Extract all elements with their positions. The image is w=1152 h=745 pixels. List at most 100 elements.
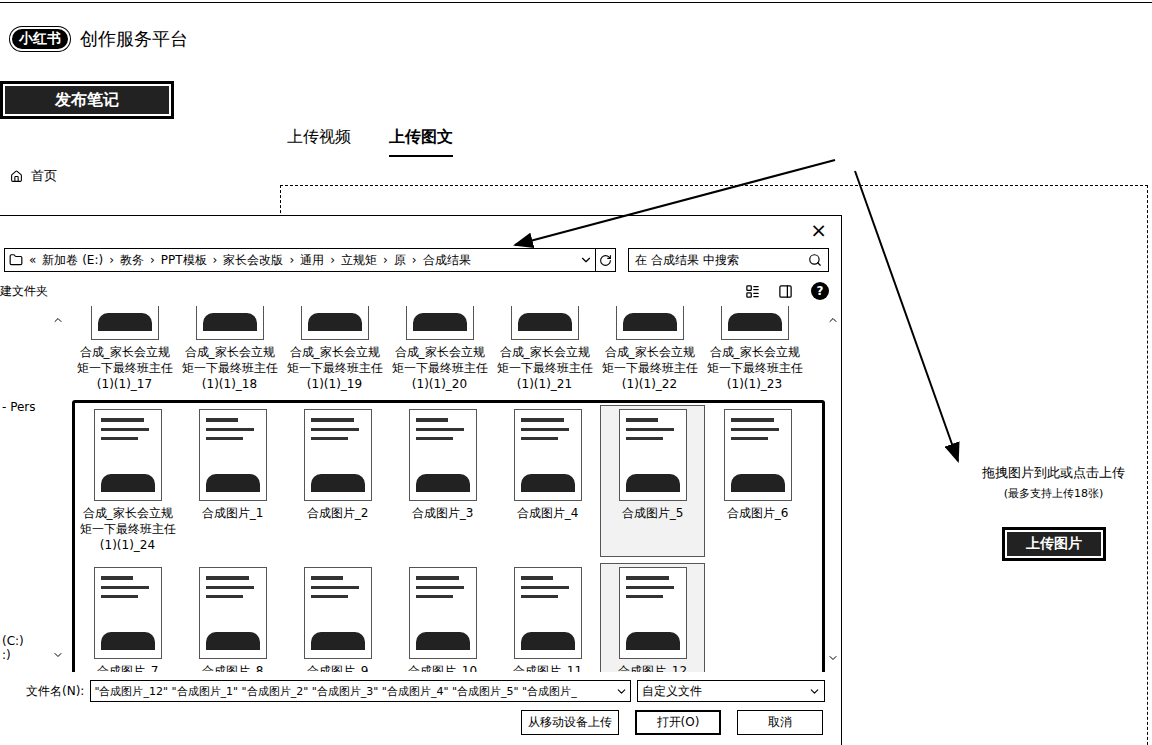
file-thumbnail: [196, 306, 264, 340]
home-icon: [10, 170, 23, 183]
app-title: 创作服务平台: [80, 27, 188, 51]
file-thumbnail: [199, 567, 267, 659]
file-name: 合成图片_7: [78, 663, 178, 672]
file-name: 合成_家长会立规矩一下最终班主任(1)(1)_21: [495, 344, 595, 392]
scrollbar[interactable]: [825, 306, 841, 672]
file-thumbnail: [199, 409, 267, 501]
file-thumbnail: [91, 306, 159, 340]
path-segment[interactable]: 新加卷 (E:): [42, 252, 103, 269]
path-segment[interactable]: 合成结果: [423, 252, 471, 269]
file-name: 合成图片_9: [288, 663, 388, 672]
nav-item[interactable]: - Pers: [2, 400, 64, 414]
dialog-button[interactable]: 打开(O): [635, 710, 721, 735]
file-item[interactable]: 合成_家长会立规矩一下最终班主任(1)(1)_21: [492, 306, 597, 396]
help-button[interactable]: ?: [811, 282, 829, 300]
upload-hint: 拖拽图片到此或点击上传: [982, 464, 1125, 482]
path-segment[interactable]: 立规矩: [341, 252, 377, 269]
chevron-up-icon[interactable]: [827, 314, 839, 326]
chevron-down-icon[interactable]: [615, 685, 628, 698]
upload-button[interactable]: 上传图片: [1002, 527, 1106, 561]
file-thumbnail: [619, 409, 687, 501]
toolbar: 建文件夹?: [0, 276, 841, 306]
file-type-filter[interactable]: 自定义文件: [637, 680, 825, 702]
arrow-icon: [515, 160, 835, 245]
new-folder-button[interactable]: 建文件夹: [0, 283, 48, 300]
file-item[interactable]: 合成_家长会立规矩一下最终班主任(1)(1)_20: [387, 306, 492, 396]
tab[interactable]: 上传图文: [389, 125, 453, 157]
file-thumbnail: [619, 567, 687, 659]
header: 小红书创作服务平台: [0, 3, 1152, 51]
file-thumbnail: [406, 306, 474, 340]
file-item[interactable]: 合成图片_6: [705, 405, 810, 557]
preview-pane-icon[interactable]: [778, 284, 793, 299]
file-name: 合成图片_11: [498, 663, 598, 672]
file-item[interactable]: 合成图片_4: [495, 405, 600, 557]
file-item[interactable]: 合成图片_2: [285, 405, 390, 557]
file-dialog: × «新加卷 (E:)›教务›PPT模板›家长会改版›通用›立规矩›原›合成结果在…: [0, 215, 842, 745]
file-item[interactable]: 合成_家长会立规矩一下最终班主任(1)(1)_24: [75, 405, 180, 557]
file-thumbnail: [724, 409, 792, 501]
nav-item[interactable]: (C:): [2, 634, 64, 648]
filename-label: 文件名(N):: [26, 683, 84, 700]
path-segment[interactable]: 教务: [120, 252, 144, 269]
path-segment[interactable]: 通用: [300, 252, 324, 269]
publish-button[interactable]: 发布笔记: [0, 81, 174, 119]
file-thumbnail: [94, 409, 162, 501]
address-bar[interactable]: «新加卷 (E:)›教务›PPT模板›家长会改版›通用›立规矩›原›合成结果: [4, 248, 616, 272]
file-thumbnail: [409, 567, 477, 659]
file-item[interactable]: 合成图片_7: [75, 563, 180, 672]
file-name: 合成_家长会立规矩一下最终班主任(1)(1)_24: [78, 505, 178, 553]
file-thumbnail: [94, 567, 162, 659]
chevron-down-icon[interactable]: [827, 652, 839, 664]
path-segment[interactable]: 原: [394, 252, 406, 269]
folder-icon: [9, 253, 23, 267]
tab[interactable]: 上传视频: [287, 125, 351, 157]
file-item[interactable]: 合成图片_12: [600, 563, 705, 672]
path-segment[interactable]: 家长会改版: [223, 252, 283, 269]
file-name: 合成图片_2: [288, 505, 388, 521]
path-segment[interactable]: PPT模板: [161, 252, 207, 269]
dialog-button[interactable]: 取消: [737, 710, 823, 735]
sidebar-item[interactable]: 首页: [10, 167, 57, 185]
file-name: 合成_家长会立规矩一下最终班主任(1)(1)_20: [390, 344, 490, 392]
file-thumbnail: [514, 409, 582, 501]
file-thumbnail: [304, 567, 372, 659]
view-icon[interactable]: [745, 284, 760, 299]
file-name: 合成_家长会立规矩一下最终班主任(1)(1)_19: [285, 344, 385, 392]
file-item[interactable]: 合成_家长会立规矩一下最终班主任(1)(1)_19: [282, 306, 387, 396]
file-item[interactable]: 合成图片_10: [390, 563, 495, 672]
refresh-button[interactable]: [595, 249, 615, 271]
history-dropdown[interactable]: [575, 249, 595, 271]
file-item[interactable]: 合成图片_11: [495, 563, 600, 672]
dialog-button[interactable]: 从移动设备上传: [521, 710, 619, 735]
page: 小红书创作服务平台发布笔记首页上传视频上传图文拖拽图片到此或点击上传(最多支持上…: [0, 2, 1152, 745]
nav-item[interactable]: :): [2, 648, 64, 662]
file-item[interactable]: 合成_家长会立规矩一下最终班主任(1)(1)_18: [177, 306, 282, 396]
file-name: 合成_家长会立规矩一下最终班主任(1)(1)_23: [705, 344, 805, 392]
filename-field[interactable]: "合成图片_12" "合成图片_1" "合成图片_2" "合成图片_3" "合成…: [90, 680, 631, 702]
file-item[interactable]: 合成图片_1: [180, 405, 285, 557]
arrow-icon: [855, 171, 958, 461]
logo[interactable]: 小红书: [10, 27, 70, 51]
file-name: 合成图片_4: [498, 505, 598, 521]
file-item[interactable]: 合成_家长会立规矩一下最终班主任(1)(1)_22: [597, 306, 702, 396]
chevron-down-icon: [808, 685, 821, 698]
search-field[interactable]: 在 合成结果 中搜索: [628, 248, 829, 272]
file-item[interactable]: 合成_家长会立规矩一下最终班主任(1)(1)_17: [72, 306, 177, 396]
file-item[interactable]: 合成图片_5: [600, 405, 705, 557]
file-item[interactable]: 合成图片_3: [390, 405, 495, 557]
file-name: 合成图片_1: [183, 505, 283, 521]
file-item[interactable]: 合成_家长会立规矩一下最终班主任(1)(1)_23: [702, 306, 807, 396]
file-item[interactable]: 合成图片_9: [285, 563, 390, 672]
file-name: 合成图片_10: [393, 663, 493, 672]
file-name: 合成_家长会立规矩一下最终班主任(1)(1)_17: [75, 344, 175, 392]
file-thumbnail: [511, 306, 579, 340]
file-name: 合成图片_5: [603, 505, 703, 521]
tabs: 上传视频 上传图文: [280, 125, 1152, 157]
chevron-up-icon[interactable]: [52, 314, 64, 326]
close-button[interactable]: ×: [806, 218, 831, 242]
file-thumbnail: [304, 409, 372, 501]
chevron-down-icon[interactable]: [52, 649, 64, 661]
file-item[interactable]: 合成图片_8: [180, 563, 285, 672]
nav-pane: - Pers (C:):): [0, 306, 68, 672]
